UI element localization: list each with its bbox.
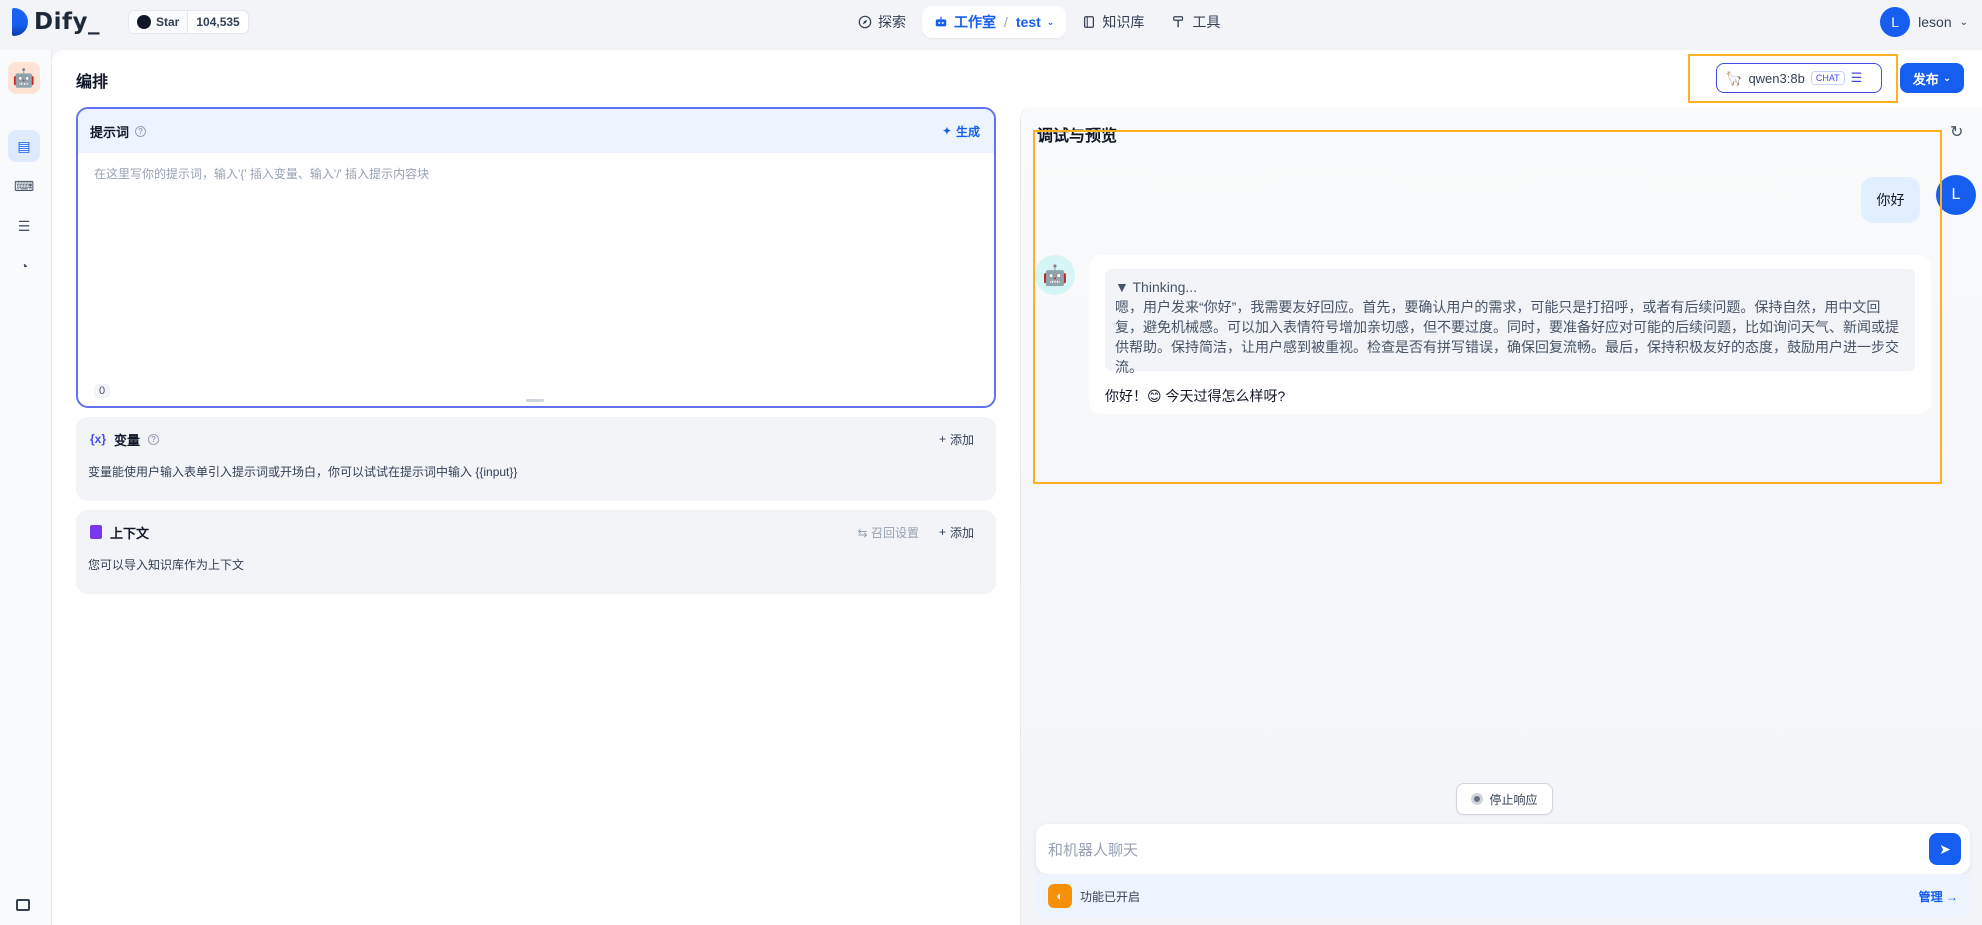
features-text: 功能已开启 — [1080, 889, 1141, 904]
ollama-icon: 🦙 — [1725, 69, 1743, 86]
context-title: 上下文 — [110, 525, 150, 541]
resize-handle[interactable] — [526, 399, 544, 402]
help-icon[interactable]: ? — [135, 125, 147, 137]
chat-input[interactable]: 和机器人聊天 ➤ — [1036, 824, 1970, 874]
stop-response-button[interactable]: 停止响应 — [1456, 783, 1553, 815]
arrow-right-icon: → — [1946, 889, 1958, 904]
left-rail: 🤖 ▤ ⌨ ☰ ◔ — [0, 50, 52, 925]
context-card: 上下文 ⇆ 召回设置 + 添加 您可以导入知识库作为上下文 — [76, 510, 996, 594]
features-bar: ◐ 功能已开启 管理 → — [1036, 874, 1970, 918]
nav-studio-label: 工作室 — [954, 14, 996, 30]
thinking-text: 嗯，用户发来“你好”，我需要友好回应。首先，要确认用户的需求，可能只是打招呼，或… — [1115, 299, 1899, 375]
prompt-editor[interactable]: 提示词 ? ✦ 生成 在这里写你的提示词，输入'{' 插入变量、输入'/' 插入… — [76, 107, 996, 408]
compass-icon — [858, 15, 872, 29]
main-nav: 探索 工作室 / test ⌄ 知识库 工具 — [846, 6, 1232, 38]
settings-icon: ⇆ — [857, 525, 868, 540]
nav-studio[interactable]: 工作室 / test ⌄ — [922, 6, 1067, 38]
generate-button[interactable]: ✦ 生成 — [942, 123, 980, 140]
model-name: qwen3:8b — [1748, 70, 1805, 86]
refresh-icon[interactable]: ↻ — [1950, 122, 1963, 142]
chat-input-placeholder: 和机器人聊天 — [1048, 841, 1139, 859]
document-icon — [90, 525, 102, 539]
recall-settings-button[interactable]: ⇆ 召回设置 — [858, 524, 919, 541]
chevron-down-icon: ⌄ — [1959, 16, 1968, 28]
variables-desc: 变量能使用户输入表单引入提示词或开场白，你可以试试在提示词中输入 {{input… — [88, 465, 518, 479]
publish-button[interactable]: 发布 ⌄ — [1900, 63, 1964, 93]
sidebar-collapse-icon[interactable] — [16, 899, 30, 911]
dify-logo-mark — [12, 8, 28, 36]
book-icon — [1084, 16, 1095, 28]
user-avatar: L — [1936, 175, 1976, 215]
model-selector-button[interactable]: 🦙 qwen3:8b CHAT ☰ — [1716, 63, 1882, 93]
terminal-icon[interactable]: ⌨ — [8, 170, 40, 202]
bot-avatar: 🤖 — [1035, 255, 1075, 295]
nav-explore[interactable]: 探索 — [846, 6, 918, 38]
chevron-down-icon: ⌄ — [1942, 72, 1952, 84]
model-mode-badge: CHAT — [1810, 71, 1845, 85]
help-icon[interactable]: ? — [148, 433, 160, 445]
user-message: 你好 — [1861, 177, 1920, 223]
plus-icon: + — [938, 525, 946, 539]
robot-icon — [935, 16, 947, 27]
user-avatar: L — [1880, 7, 1911, 37]
plus-icon: + — [938, 432, 946, 446]
nav-tools[interactable]: 工具 — [1160, 6, 1232, 38]
add-context-button[interactable]: + 添加 — [939, 524, 974, 541]
prompt-char-count: 0 — [94, 384, 111, 398]
orchestrate-icon[interactable]: ▤ — [8, 130, 40, 162]
sparkle-icon: ✦ — [941, 124, 952, 138]
manage-button[interactable]: 管理 → — [1919, 888, 1958, 905]
variable-icon: {x} — [90, 432, 107, 446]
top-nav: Dify _ Star 104,535 探索 工作室 / test ⌄ 知识库 工… — [0, 0, 1982, 44]
context-desc: 您可以导入知识库作为上下文 — [88, 558, 245, 572]
bot-message: ▼ Thinking... 嗯，用户发来“你好”，我需要友好回应。首先，要确认用… — [1089, 255, 1931, 414]
page-title: 编排 — [76, 74, 109, 91]
features-icon: ◐ — [1048, 884, 1072, 908]
logs-icon[interactable]: ☰ — [8, 210, 40, 242]
nav-knowledge[interactable]: 知识库 — [1070, 6, 1156, 38]
sliders-icon[interactable]: ☰ — [1851, 70, 1863, 86]
github-star-label: Star — [156, 15, 180, 29]
debug-title: 调试与预览 — [1037, 128, 1118, 145]
dify-logo-text: Dify — [34, 9, 88, 35]
user-name: leson — [1918, 14, 1952, 30]
prompt-title: 提示词 — [90, 124, 130, 140]
user-menu[interactable]: L leson ⌄ — [1880, 7, 1968, 37]
github-icon — [137, 15, 151, 29]
add-variable-button[interactable]: + 添加 — [939, 431, 974, 448]
monitor-icon[interactable]: ◔ — [8, 250, 40, 282]
thinking-title[interactable]: ▼ Thinking... — [1115, 277, 1905, 297]
send-icon[interactable]: ➤ — [1929, 833, 1961, 865]
github-star-count: 104,535 — [196, 15, 240, 29]
prompt-input[interactable]: 在这里写你的提示词，输入'{' 插入变量、输入'/' 插入提示内容块 — [78, 153, 994, 194]
chevron-down-icon[interactable]: ⌄ — [1047, 17, 1055, 28]
nav-app-name[interactable]: test — [1016, 14, 1041, 30]
stop-icon — [1471, 793, 1484, 805]
hammer-icon — [1173, 16, 1184, 28]
variables-card: {x} 变量 ? + 添加 变量能使用户输入表单引入提示词或开场白，你可以试试在… — [76, 417, 996, 501]
dify-logo[interactable]: Dify _ — [12, 7, 100, 37]
app-icon[interactable]: 🤖 — [8, 62, 40, 94]
bot-answer: 你好！😊 今天过得怎么样呀? — [1105, 388, 1286, 404]
github-star-badge[interactable]: Star 104,535 — [128, 10, 249, 34]
variables-title: 变量 — [114, 432, 141, 448]
thinking-block[interactable]: ▼ Thinking... 嗯，用户发来“你好”，我需要友好回应。首先，要确认用… — [1105, 269, 1915, 375]
